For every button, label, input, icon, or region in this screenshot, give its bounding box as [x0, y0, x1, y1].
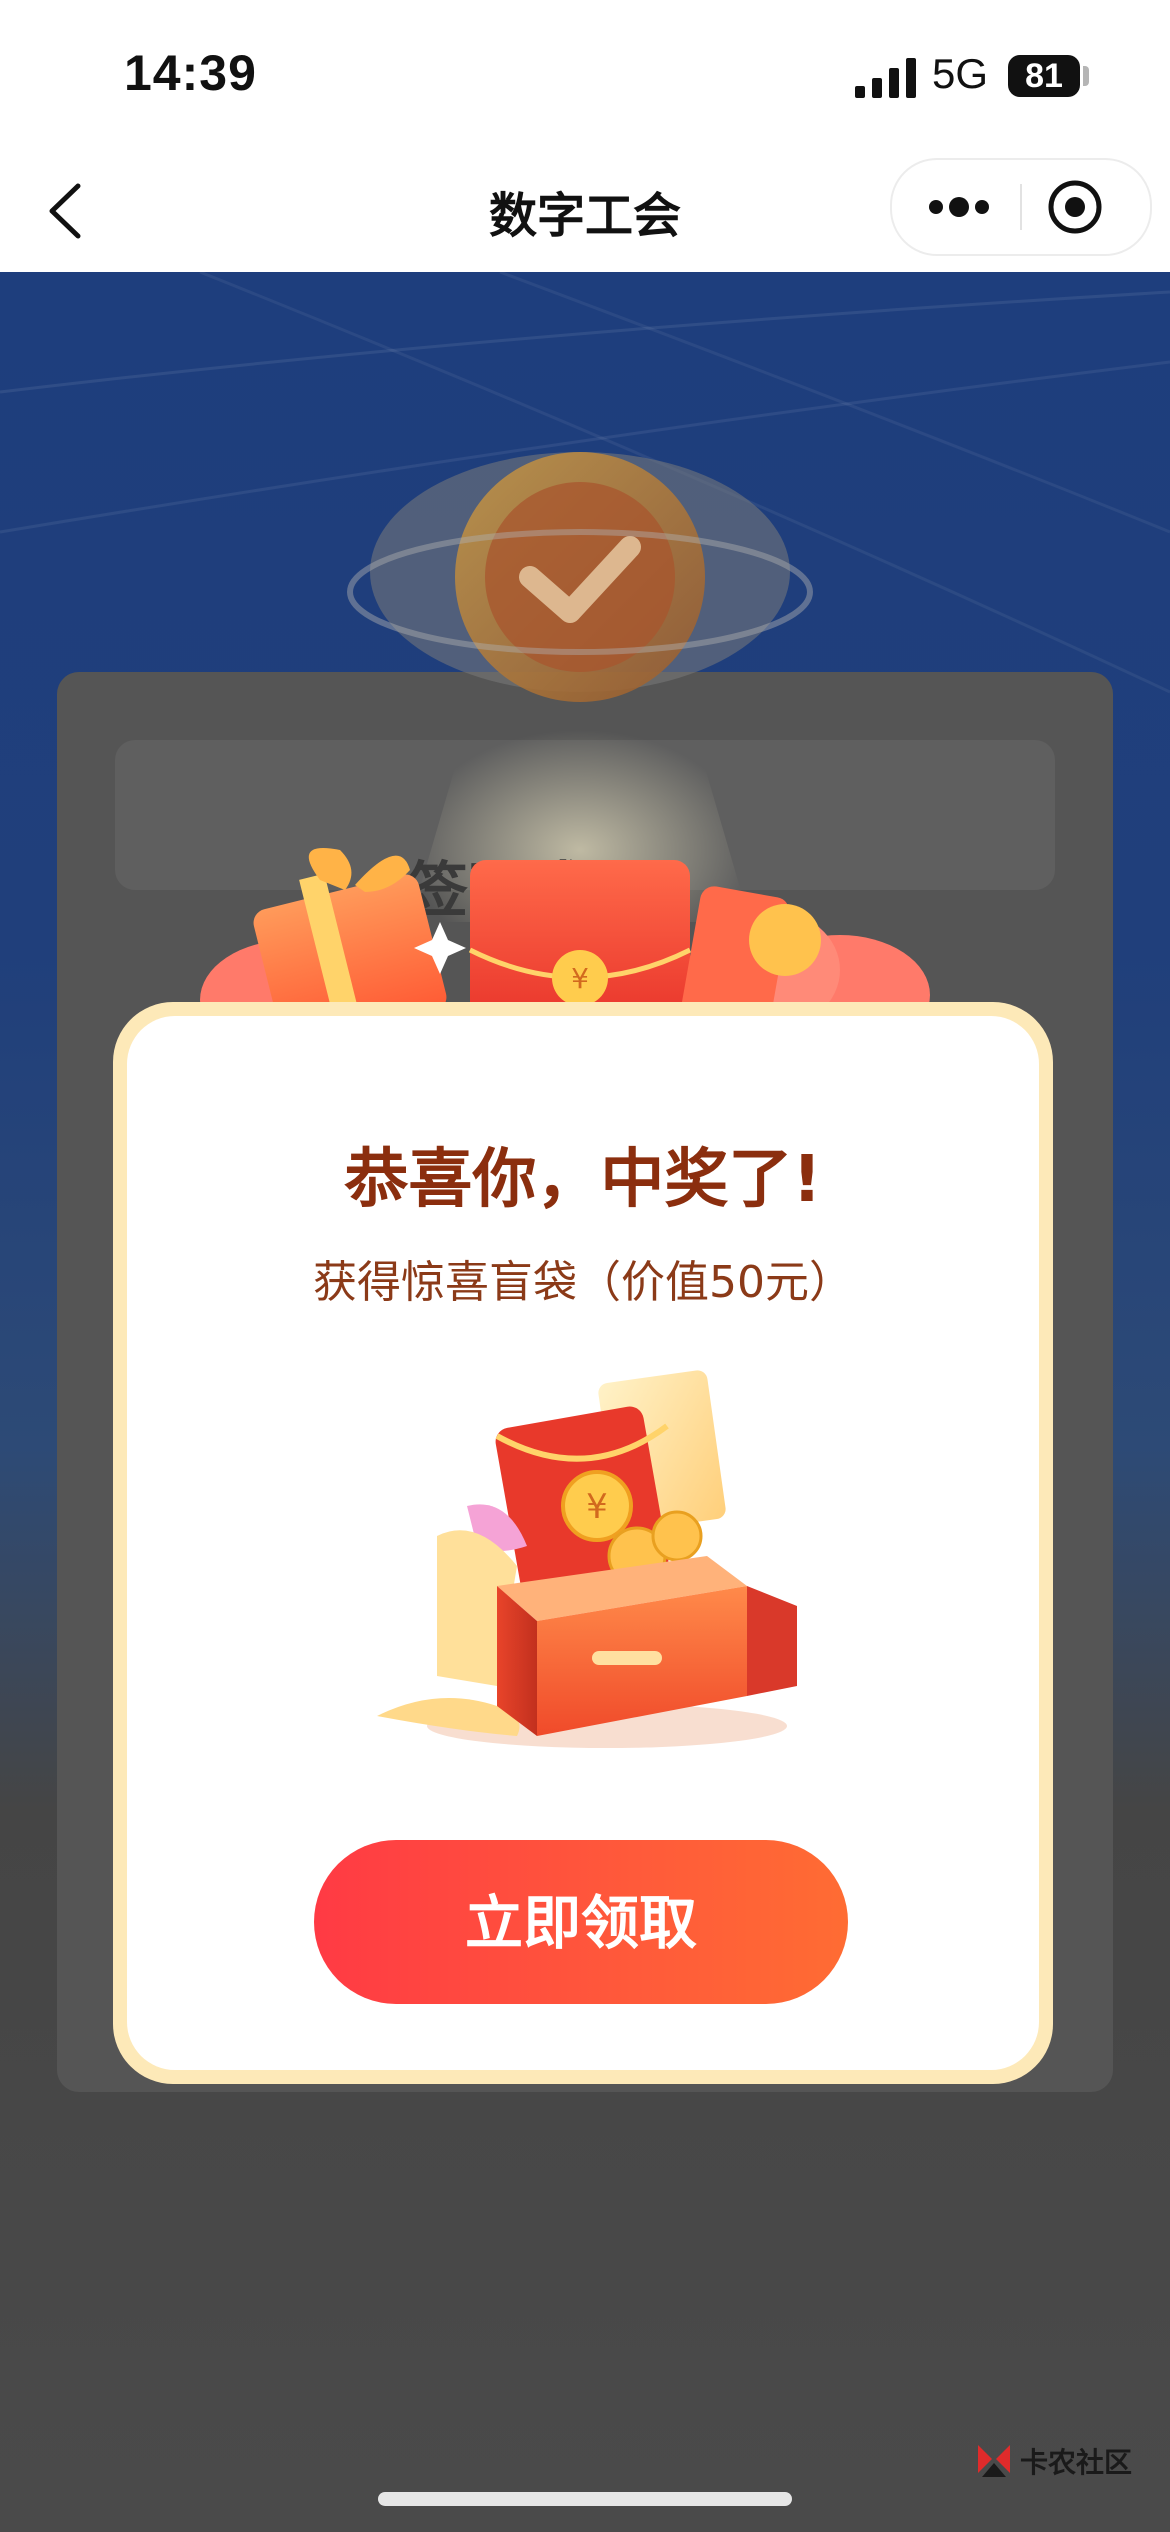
prize-description: 获得惊喜盲袋（价值50元） — [313, 1257, 853, 1308]
more-button[interactable] — [914, 178, 1004, 236]
network-type: 5G — [932, 50, 989, 97]
more-dots-icon — [929, 197, 989, 217]
close-mini-program-button[interactable] — [1042, 176, 1108, 238]
claim-now-button[interactable]: 立即领取 — [314, 1840, 848, 2004]
gift-pile-illustration: ¥ — [200, 848, 930, 1020]
battery-icon: 81 — [1008, 55, 1080, 97]
capsule-divider — [1020, 184, 1022, 230]
status-bar: 14:39 5G 81 — [0, 0, 1170, 150]
prize-dialog-body: 恭喜你，中奖了! 获得惊喜盲袋（价值50元） ¥ 立即领取 — [127, 1016, 1039, 2070]
blind-bag-gift-icon: ¥ — [377, 1370, 797, 1748]
status-time: 14:39 — [124, 45, 257, 101]
target-close-icon — [1048, 180, 1102, 234]
kanong-logo-icon — [978, 2445, 1010, 2477]
watermark: 卡农社区 — [972, 2436, 1132, 2486]
home-indicator[interactable] — [378, 2492, 792, 2506]
signal-icon — [855, 58, 916, 98]
prize-title: 恭喜你，中奖了! — [344, 1143, 822, 1217]
watermark-text: 卡农社区 — [1020, 2446, 1133, 2479]
svg-text:¥: ¥ — [571, 962, 589, 995]
prize-dialog: 恭喜你，中奖了! 获得惊喜盲袋（价值50元） ¥ 立即领取 — [113, 1002, 1053, 2084]
nav-bar: 数字工会 — [0, 150, 1170, 272]
battery-tip — [1083, 66, 1089, 86]
mini-program-capsule — [890, 158, 1152, 256]
svg-text:¥: ¥ — [586, 1487, 608, 1527]
